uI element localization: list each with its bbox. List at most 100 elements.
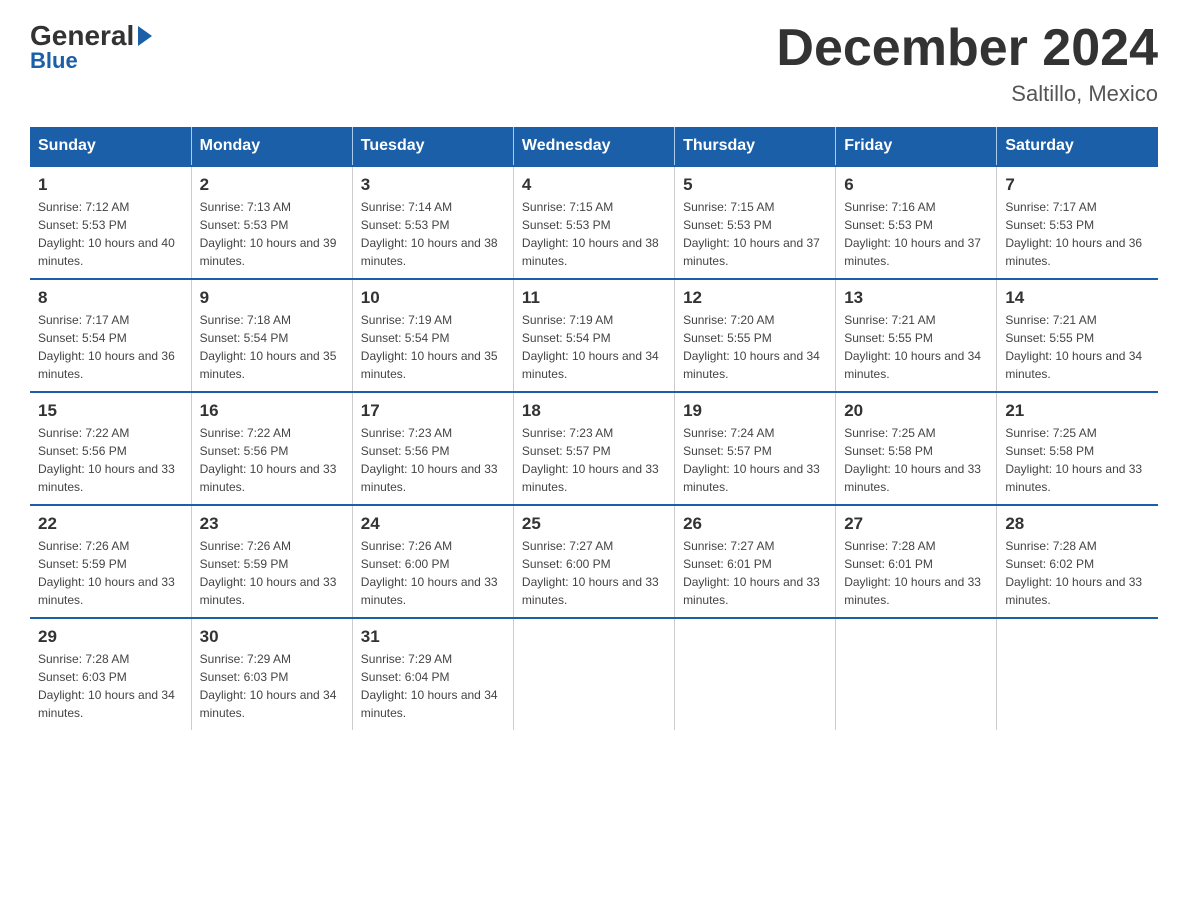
day-info: Sunrise: 7:20 AM Sunset: 5:55 PM Dayligh… <box>683 311 827 383</box>
calendar-cell: 16 Sunrise: 7:22 AM Sunset: 5:56 PM Dayl… <box>191 392 352 505</box>
day-info: Sunrise: 7:17 AM Sunset: 5:53 PM Dayligh… <box>1005 198 1150 270</box>
logo-arrow-icon <box>138 26 152 46</box>
day-number: 21 <box>1005 401 1150 421</box>
header-right: December 2024 Saltillo, Mexico <box>776 20 1158 107</box>
calendar-cell: 28 Sunrise: 7:28 AM Sunset: 6:02 PM Dayl… <box>997 505 1158 618</box>
day-info: Sunrise: 7:25 AM Sunset: 5:58 PM Dayligh… <box>1005 424 1150 496</box>
day-info: Sunrise: 7:21 AM Sunset: 5:55 PM Dayligh… <box>1005 311 1150 383</box>
day-info: Sunrise: 7:25 AM Sunset: 5:58 PM Dayligh… <box>844 424 988 496</box>
day-info: Sunrise: 7:24 AM Sunset: 5:57 PM Dayligh… <box>683 424 827 496</box>
day-number: 13 <box>844 288 988 308</box>
header-saturday: Saturday <box>997 127 1158 166</box>
calendar-cell: 22 Sunrise: 7:26 AM Sunset: 5:59 PM Dayl… <box>30 505 191 618</box>
calendar-header: Sunday Monday Tuesday Wednesday Thursday… <box>30 127 1158 166</box>
location-title: Saltillo, Mexico <box>776 81 1158 107</box>
day-number: 15 <box>38 401 183 421</box>
day-info: Sunrise: 7:23 AM Sunset: 5:57 PM Dayligh… <box>522 424 666 496</box>
calendar-cell <box>675 618 836 730</box>
day-number: 10 <box>361 288 505 308</box>
header-monday: Monday <box>191 127 352 166</box>
page-container: General Blue December 2024 Saltillo, Mex… <box>0 0 1188 750</box>
header-tuesday: Tuesday <box>352 127 513 166</box>
calendar-week-row: 8 Sunrise: 7:17 AM Sunset: 5:54 PM Dayli… <box>30 279 1158 392</box>
day-number: 9 <box>200 288 344 308</box>
day-info: Sunrise: 7:16 AM Sunset: 5:53 PM Dayligh… <box>844 198 988 270</box>
day-info: Sunrise: 7:19 AM Sunset: 5:54 PM Dayligh… <box>361 311 505 383</box>
calendar-cell <box>513 618 674 730</box>
day-info: Sunrise: 7:12 AM Sunset: 5:53 PM Dayligh… <box>38 198 183 270</box>
calendar-cell: 21 Sunrise: 7:25 AM Sunset: 5:58 PM Dayl… <box>997 392 1158 505</box>
day-number: 27 <box>844 514 988 534</box>
calendar-cell: 1 Sunrise: 7:12 AM Sunset: 5:53 PM Dayli… <box>30 166 191 279</box>
day-info: Sunrise: 7:14 AM Sunset: 5:53 PM Dayligh… <box>361 198 505 270</box>
calendar-cell: 14 Sunrise: 7:21 AM Sunset: 5:55 PM Dayl… <box>997 279 1158 392</box>
calendar-cell: 18 Sunrise: 7:23 AM Sunset: 5:57 PM Dayl… <box>513 392 674 505</box>
logo-blue-text: Blue <box>30 48 78 74</box>
calendar-cell: 2 Sunrise: 7:13 AM Sunset: 5:53 PM Dayli… <box>191 166 352 279</box>
calendar-cell: 11 Sunrise: 7:19 AM Sunset: 5:54 PM Dayl… <box>513 279 674 392</box>
day-info: Sunrise: 7:27 AM Sunset: 6:00 PM Dayligh… <box>522 537 666 609</box>
calendar-cell <box>997 618 1158 730</box>
calendar-cell: 3 Sunrise: 7:14 AM Sunset: 5:53 PM Dayli… <box>352 166 513 279</box>
calendar-cell: 15 Sunrise: 7:22 AM Sunset: 5:56 PM Dayl… <box>30 392 191 505</box>
day-info: Sunrise: 7:26 AM Sunset: 5:59 PM Dayligh… <box>200 537 344 609</box>
calendar-cell: 7 Sunrise: 7:17 AM Sunset: 5:53 PM Dayli… <box>997 166 1158 279</box>
day-number: 23 <box>200 514 344 534</box>
calendar-week-row: 22 Sunrise: 7:26 AM Sunset: 5:59 PM Dayl… <box>30 505 1158 618</box>
day-number: 11 <box>522 288 666 308</box>
day-number: 25 <box>522 514 666 534</box>
day-info: Sunrise: 7:27 AM Sunset: 6:01 PM Dayligh… <box>683 537 827 609</box>
calendar-cell: 10 Sunrise: 7:19 AM Sunset: 5:54 PM Dayl… <box>352 279 513 392</box>
day-info: Sunrise: 7:18 AM Sunset: 5:54 PM Dayligh… <box>200 311 344 383</box>
day-info: Sunrise: 7:15 AM Sunset: 5:53 PM Dayligh… <box>522 198 666 270</box>
day-number: 30 <box>200 627 344 647</box>
calendar-cell: 24 Sunrise: 7:26 AM Sunset: 6:00 PM Dayl… <box>352 505 513 618</box>
day-number: 31 <box>361 627 505 647</box>
calendar-cell: 26 Sunrise: 7:27 AM Sunset: 6:01 PM Dayl… <box>675 505 836 618</box>
day-number: 14 <box>1005 288 1150 308</box>
day-number: 12 <box>683 288 827 308</box>
calendar-cell: 19 Sunrise: 7:24 AM Sunset: 5:57 PM Dayl… <box>675 392 836 505</box>
calendar-cell: 30 Sunrise: 7:29 AM Sunset: 6:03 PM Dayl… <box>191 618 352 730</box>
day-number: 4 <box>522 175 666 195</box>
day-number: 19 <box>683 401 827 421</box>
calendar-week-row: 15 Sunrise: 7:22 AM Sunset: 5:56 PM Dayl… <box>30 392 1158 505</box>
calendar-body: 1 Sunrise: 7:12 AM Sunset: 5:53 PM Dayli… <box>30 166 1158 730</box>
day-info: Sunrise: 7:26 AM Sunset: 5:59 PM Dayligh… <box>38 537 183 609</box>
day-info: Sunrise: 7:15 AM Sunset: 5:53 PM Dayligh… <box>683 198 827 270</box>
day-info: Sunrise: 7:13 AM Sunset: 5:53 PM Dayligh… <box>200 198 344 270</box>
day-number: 28 <box>1005 514 1150 534</box>
day-number: 3 <box>361 175 505 195</box>
day-number: 24 <box>361 514 505 534</box>
day-info: Sunrise: 7:19 AM Sunset: 5:54 PM Dayligh… <box>522 311 666 383</box>
calendar-cell: 31 Sunrise: 7:29 AM Sunset: 6:04 PM Dayl… <box>352 618 513 730</box>
day-number: 20 <box>844 401 988 421</box>
day-number: 26 <box>683 514 827 534</box>
calendar-cell: 6 Sunrise: 7:16 AM Sunset: 5:53 PM Dayli… <box>836 166 997 279</box>
day-number: 17 <box>361 401 505 421</box>
header-friday: Friday <box>836 127 997 166</box>
header-wednesday: Wednesday <box>513 127 674 166</box>
day-info: Sunrise: 7:22 AM Sunset: 5:56 PM Dayligh… <box>38 424 183 496</box>
calendar-cell: 5 Sunrise: 7:15 AM Sunset: 5:53 PM Dayli… <box>675 166 836 279</box>
calendar-table: Sunday Monday Tuesday Wednesday Thursday… <box>30 127 1158 730</box>
day-info: Sunrise: 7:26 AM Sunset: 6:00 PM Dayligh… <box>361 537 505 609</box>
day-info: Sunrise: 7:29 AM Sunset: 6:03 PM Dayligh… <box>200 650 344 722</box>
calendar-cell: 20 Sunrise: 7:25 AM Sunset: 5:58 PM Dayl… <box>836 392 997 505</box>
calendar-cell: 23 Sunrise: 7:26 AM Sunset: 5:59 PM Dayl… <box>191 505 352 618</box>
day-info: Sunrise: 7:17 AM Sunset: 5:54 PM Dayligh… <box>38 311 183 383</box>
calendar-cell: 4 Sunrise: 7:15 AM Sunset: 5:53 PM Dayli… <box>513 166 674 279</box>
logo: General Blue <box>30 20 152 74</box>
day-info: Sunrise: 7:22 AM Sunset: 5:56 PM Dayligh… <box>200 424 344 496</box>
header-sunday: Sunday <box>30 127 191 166</box>
header: General Blue December 2024 Saltillo, Mex… <box>30 20 1158 107</box>
calendar-cell: 13 Sunrise: 7:21 AM Sunset: 5:55 PM Dayl… <box>836 279 997 392</box>
calendar-week-row: 29 Sunrise: 7:28 AM Sunset: 6:03 PM Dayl… <box>30 618 1158 730</box>
calendar-week-row: 1 Sunrise: 7:12 AM Sunset: 5:53 PM Dayli… <box>30 166 1158 279</box>
calendar-cell: 17 Sunrise: 7:23 AM Sunset: 5:56 PM Dayl… <box>352 392 513 505</box>
month-title: December 2024 <box>776 20 1158 77</box>
day-info: Sunrise: 7:28 AM Sunset: 6:03 PM Dayligh… <box>38 650 183 722</box>
calendar-cell: 12 Sunrise: 7:20 AM Sunset: 5:55 PM Dayl… <box>675 279 836 392</box>
day-number: 18 <box>522 401 666 421</box>
day-number: 8 <box>38 288 183 308</box>
